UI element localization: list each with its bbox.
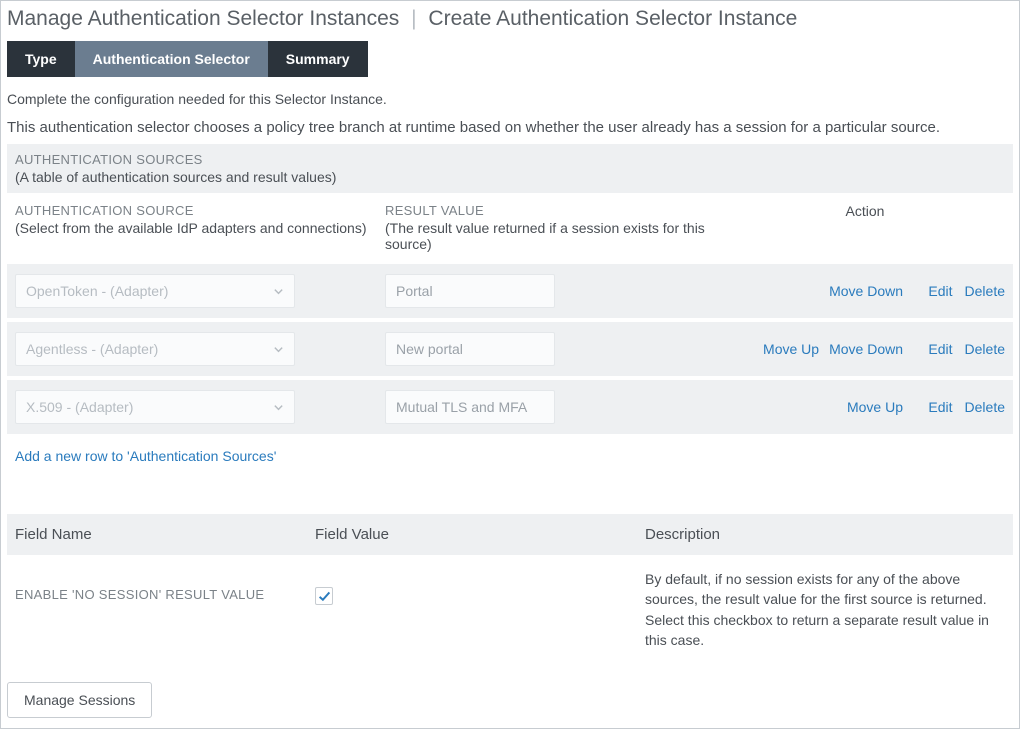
col-auth-source-label: AUTHENTICATION SOURCE	[15, 203, 385, 218]
check-icon	[318, 590, 331, 603]
result-value-text: New portal	[396, 341, 463, 357]
add-row-link[interactable]: Add a new row to 'Authentication Sources…	[1, 438, 1019, 474]
helper-text-2: This authentication selector chooses a p…	[1, 113, 1019, 144]
auth-source-row: X.509 - (Adapter) Mutual TLS and MFA Move …	[7, 380, 1013, 434]
edit-link[interactable]: Edit	[928, 341, 952, 357]
breadcrumb: Manage Authentication Selector Instances…	[1, 1, 1019, 35]
field-name-no-session: ENABLE 'NO SESSION' RESULT VALUE	[15, 569, 315, 602]
move-down-link[interactable]: Move Down	[829, 283, 903, 299]
auth-source-row: Agentless - (Adapter) New portal Move Up Mo…	[7, 322, 1013, 376]
auth-source-row: OpenToken - (Adapter) Portal Move Down Edit…	[7, 264, 1013, 318]
auth-sources-subtitle: (A table of authentication sources and r…	[15, 169, 1005, 185]
move-up-link[interactable]: Move Up	[847, 399, 903, 415]
manage-sessions-button[interactable]: Manage Sessions	[7, 682, 152, 718]
field-table-header: Field Name Field Value Description	[7, 514, 1013, 555]
chevron-down-icon	[273, 402, 284, 413]
auth-source-value: OpenToken - (Adapter)	[26, 283, 168, 299]
tab-summary[interactable]: Summary	[268, 41, 368, 77]
enable-no-session-checkbox[interactable]	[315, 587, 333, 605]
auth-sources-columns: AUTHENTICATION SOURCE (Select from the a…	[7, 193, 1013, 264]
col-result-value-sub: (The result value returned if a session …	[385, 220, 725, 252]
breadcrumb-part-1: Manage Authentication Selector Instances	[7, 7, 399, 30]
field-head-desc: Description	[645, 526, 1005, 543]
auth-sources-section-header: AUTHENTICATION SOURCES (A table of authe…	[7, 144, 1013, 193]
auth-source-value: X.509 - (Adapter)	[26, 399, 133, 415]
result-value-input[interactable]: Mutual TLS and MFA	[385, 390, 555, 424]
chevron-down-icon	[273, 344, 284, 355]
col-auth-source-sub: (Select from the available IdP adapters …	[15, 220, 385, 236]
move-up-link[interactable]: Move Up	[763, 341, 819, 357]
move-down-link[interactable]: Move Down	[829, 341, 903, 357]
field-head-value: Field Value	[315, 526, 645, 543]
wizard-tabs: Type Authentication Selector Summary	[7, 41, 1013, 77]
col-action-label: Action	[725, 203, 1005, 219]
result-value-text: Mutual TLS and MFA	[396, 399, 527, 415]
delete-link[interactable]: Delete	[965, 341, 1005, 357]
auth-source-select[interactable]: OpenToken - (Adapter)	[15, 274, 295, 308]
chevron-down-icon	[273, 286, 284, 297]
field-row-no-session: ENABLE 'NO SESSION' RESULT VALUE By defa…	[7, 555, 1013, 662]
delete-link[interactable]: Delete	[965, 399, 1005, 415]
result-value-input[interactable]: New portal	[385, 332, 555, 366]
edit-link[interactable]: Edit	[928, 399, 952, 415]
auth-source-select[interactable]: Agentless - (Adapter)	[15, 332, 295, 366]
breadcrumb-separator: |	[405, 7, 422, 30]
field-desc-no-session: By default, if no session exists for any…	[645, 569, 1005, 650]
breadcrumb-part-2: Create Authentication Selector Instance	[428, 7, 797, 30]
tab-type[interactable]: Type	[7, 41, 75, 77]
result-value-input[interactable]: Portal	[385, 274, 555, 308]
edit-link[interactable]: Edit	[928, 283, 952, 299]
helper-text-1: Complete the configuration needed for th…	[1, 77, 1019, 113]
result-value-text: Portal	[396, 283, 433, 299]
col-result-value-label: RESULT VALUE	[385, 203, 725, 218]
auth-source-select[interactable]: X.509 - (Adapter)	[15, 390, 295, 424]
auth-source-value: Agentless - (Adapter)	[26, 341, 158, 357]
delete-link[interactable]: Delete	[965, 283, 1005, 299]
field-head-name: Field Name	[15, 526, 315, 543]
tab-authentication-selector[interactable]: Authentication Selector	[75, 41, 268, 77]
auth-sources-title: AUTHENTICATION SOURCES	[15, 152, 1005, 167]
